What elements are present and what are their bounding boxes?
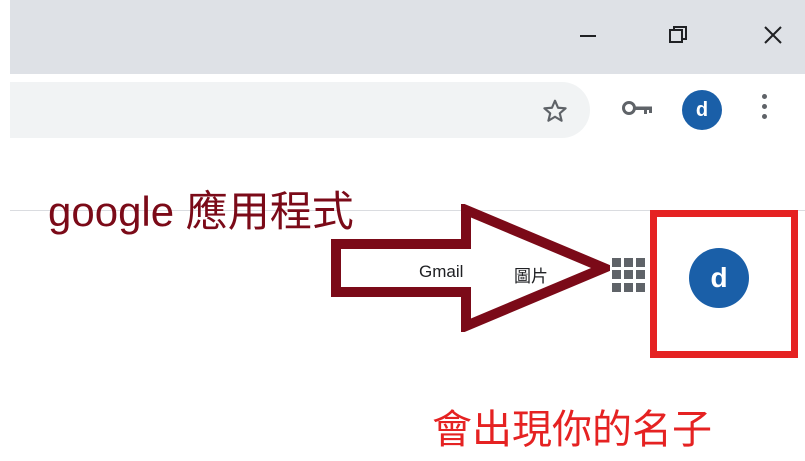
restore-icon [669,26,687,43]
address-bar[interactable] [10,82,590,138]
browser-titlebar [10,0,805,74]
apps-grid-icon[interactable] [612,258,646,292]
name-annotation: 會出現你的名子 [432,407,712,453]
profile-avatar[interactable]: d [682,90,722,130]
arrow-annotation [331,204,610,332]
browser-toolbar: d [10,74,805,150]
key-icon[interactable] [622,99,654,117]
apps-annotation: google 應用程式 [48,188,354,235]
vertical-dots-icon[interactable] [759,94,769,126]
close-button[interactable] [745,10,801,60]
close-icon [764,26,782,44]
minimize-button[interactable] [560,10,616,60]
minimize-icon [580,35,596,37]
star-icon[interactable] [542,98,568,124]
restore-button[interactable] [650,10,706,60]
images-link[interactable]: 圖片 [514,262,548,287]
gmail-link[interactable]: Gmail [419,262,463,282]
account-avatar[interactable]: d [689,248,749,308]
